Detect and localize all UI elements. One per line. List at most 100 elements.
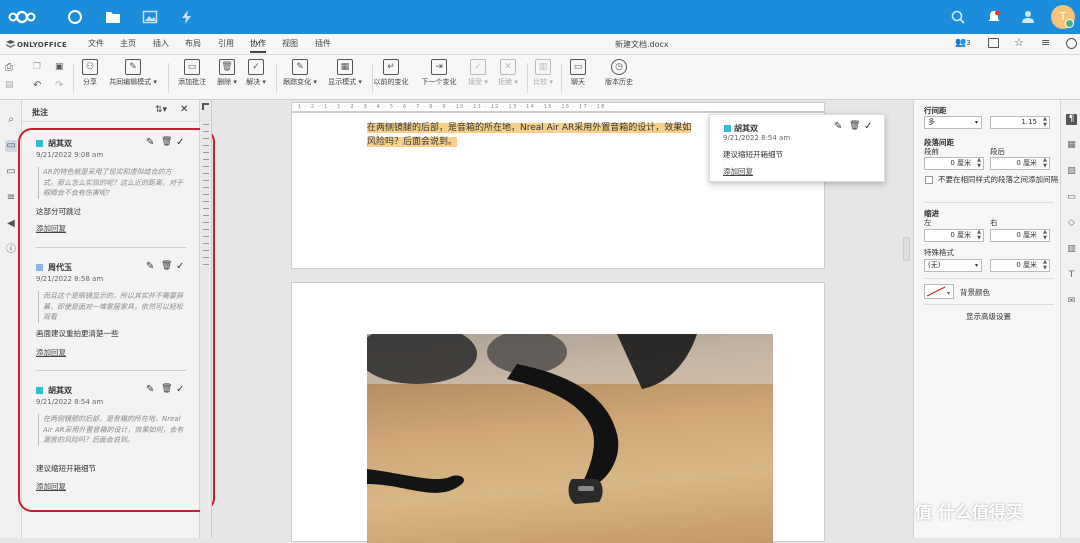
speaker-icon[interactable]: ◀	[5, 218, 17, 230]
display-mode-label: 显示模式	[328, 78, 357, 86]
tab-references[interactable]: 引用	[218, 38, 234, 49]
line-spacing-label: 行间距	[924, 106, 947, 115]
files-icon[interactable]	[105, 9, 121, 25]
dashboard-icon[interactable]	[67, 9, 83, 25]
nextcloud-logo[interactable]	[8, 9, 36, 25]
header-footer-icon[interactable]: ▭	[1066, 192, 1077, 203]
tab-plugins[interactable]: 插件	[315, 38, 331, 49]
watermark-text: 值 什么值得买	[915, 503, 1023, 523]
background-color-picker[interactable]: ▾	[924, 284, 954, 299]
users-icon[interactable]: 👥3	[955, 38, 971, 48]
spinner-icon[interactable]: ▲ ▼	[977, 157, 981, 169]
search-icon[interactable]	[950, 9, 966, 25]
compare-button[interactable]: ▥ 比较 ▾	[532, 59, 554, 87]
spinner-icon[interactable]: ▲ ▼	[1043, 229, 1047, 241]
spinner-icon[interactable]: ▲ ▼	[1043, 157, 1047, 169]
activity-icon[interactable]	[179, 9, 195, 25]
advanced-settings-link[interactable]: 显示高级设置	[966, 311, 1011, 322]
spinner-icon[interactable]: ▲ ▼	[1043, 259, 1047, 271]
indent-left-input[interactable]: 0 厘米 ▲ ▼	[924, 229, 984, 242]
reject-label: 拒绝	[498, 78, 513, 86]
info-icon[interactable]: ⓘ	[5, 244, 17, 256]
resolve-button[interactable]: ✓ 解决 ▾	[243, 59, 269, 87]
tab-view[interactable]: 视图	[282, 38, 298, 49]
tab-home[interactable]: 主页	[120, 38, 136, 49]
delete-comment-button[interactable]: 🗑 删除 ▾	[214, 59, 240, 87]
coedit-icon: ✎	[125, 59, 141, 75]
add-comment-button[interactable]: ▭ 添加批注	[175, 59, 209, 87]
add-comment-label: 添加批注	[178, 78, 206, 86]
coedit-mode-button[interactable]: ✎ 共同编辑模式 ▾	[104, 59, 162, 87]
line-spacing-value-input[interactable]: 1.15 ▲ ▼	[990, 116, 1050, 129]
chat-button[interactable]: ▭ 聊天	[566, 59, 590, 87]
shape-icon[interactable]: ◇	[1066, 218, 1077, 229]
text-art-icon[interactable]: T	[1066, 270, 1077, 281]
compare-icon: ▥	[535, 59, 551, 75]
indent-right-input[interactable]: 0 厘米 ▲ ▼	[990, 229, 1050, 242]
next-change-button[interactable]: ⇥ 下一个变化	[418, 59, 460, 87]
chat-icon[interactable]: ▭	[5, 166, 17, 178]
track-changes-button[interactable]: ✎ 跟踪变化 ▾	[282, 59, 318, 87]
display-mode-button[interactable]: ▦ 显示模式 ▾	[324, 59, 366, 87]
version-history-button[interactable]: ◷ 版本历史	[600, 59, 638, 87]
indent-right-label: 右	[990, 218, 998, 227]
photos-icon[interactable]	[142, 9, 158, 25]
indent-left-label: 左	[924, 218, 932, 227]
edit-icon[interactable]: ✎	[834, 121, 842, 132]
vertical-ruler[interactable]	[200, 100, 212, 538]
user-icon[interactable]	[1066, 38, 1077, 49]
chart-icon[interactable]: ▥	[1066, 244, 1077, 255]
paste-icon[interactable]: ▣	[55, 62, 64, 72]
redo-icon[interactable]: ↷	[55, 80, 63, 91]
tab-file[interactable]: 文件	[88, 38, 104, 49]
previous-change-button[interactable]: ↵ 以前的变化	[370, 59, 412, 87]
print-icon[interactable]: ⎙	[5, 62, 13, 73]
special-format-label: 特殊格式	[924, 248, 954, 257]
paragraph-icon[interactable]: ¶	[1066, 114, 1077, 125]
special-format-select[interactable]: (无) ▾	[924, 259, 982, 272]
spacing-after-input[interactable]: 0 厘米 ▲ ▼	[990, 157, 1050, 170]
sort-icon[interactable]: ⇅▾	[155, 105, 167, 115]
brand-name: ONLYOFFICE	[17, 41, 68, 49]
tab-stop-icon[interactable]	[202, 103, 209, 110]
comment-popup[interactable]: 胡其双 9/21/2022 8:54 am ✎ 🗑 ✓ 建议缩短开箱细节 添加回…	[709, 114, 885, 182]
spinner-icon[interactable]: ▲ ▼	[977, 229, 981, 241]
share-button[interactable]: ⚇ 分享	[78, 59, 102, 87]
tab-collaboration[interactable]: 协作	[250, 38, 266, 53]
special-format-value: (无)	[928, 261, 941, 269]
line-spacing-mode-select[interactable]: 多 ▾	[924, 116, 982, 129]
special-amount-input[interactable]: 0 厘米 ▲ ▼	[990, 259, 1050, 272]
highlighted-paragraph[interactable]: 在两侧镜腿的后部，是音箱的所在地，Nreal Air AR采用外置音箱的设计，效…	[367, 121, 747, 149]
spinner-icon[interactable]: ▲ ▼	[1043, 116, 1047, 128]
image-icon[interactable]: ▨	[1066, 166, 1077, 177]
copy-icon[interactable]: ❐	[33, 62, 41, 72]
accept-button[interactable]: ✓ 接受 ▾	[465, 59, 491, 87]
comments-icon[interactable]: ▭	[5, 140, 17, 152]
save-icon[interactable]: ▤	[5, 80, 14, 90]
resolve-check-icon[interactable]: ✓	[864, 121, 872, 132]
no-space-checkbox[interactable]	[925, 176, 933, 184]
search-icon[interactable]: ⌕	[5, 114, 17, 126]
open-location-icon[interactable]	[988, 38, 999, 48]
contacts-icon[interactable]	[1020, 9, 1036, 25]
panel-resize-handle[interactable]	[903, 237, 910, 261]
favorite-star-icon[interactable]: ☆	[1014, 36, 1024, 49]
tab-insert[interactable]: 插入	[153, 38, 169, 49]
undo-icon[interactable]: ↶	[33, 80, 41, 91]
tab-layout[interactable]: 布局	[185, 38, 201, 49]
reject-button[interactable]: ✕ 拒绝 ▾	[495, 59, 521, 87]
popup-add-reply-link[interactable]: 添加回复	[723, 166, 753, 177]
horizontal-ruler[interactable]: · 1 · 2 · 1 · 1 · 2 · 3 · 4 · 5 · 6 · 7 …	[291, 102, 825, 112]
document-page[interactable]	[291, 282, 825, 543]
mail-merge-icon[interactable]: ✉	[1066, 296, 1077, 307]
trash-icon: 🗑	[219, 59, 235, 75]
close-icon[interactable]: ✕	[180, 104, 188, 115]
spacing-before-input[interactable]: 0 厘米 ▲ ▼	[924, 157, 984, 170]
table-icon[interactable]: ▦	[1066, 140, 1077, 151]
notifications-icon[interactable]	[986, 9, 1002, 25]
menu-icon[interactable]: ≡	[1041, 36, 1050, 49]
glasses-photo[interactable]	[367, 334, 773, 543]
separator	[73, 63, 74, 93]
navigation-icon[interactable]: ≡	[5, 192, 17, 204]
trash-icon[interactable]: 🗑	[849, 121, 860, 131]
